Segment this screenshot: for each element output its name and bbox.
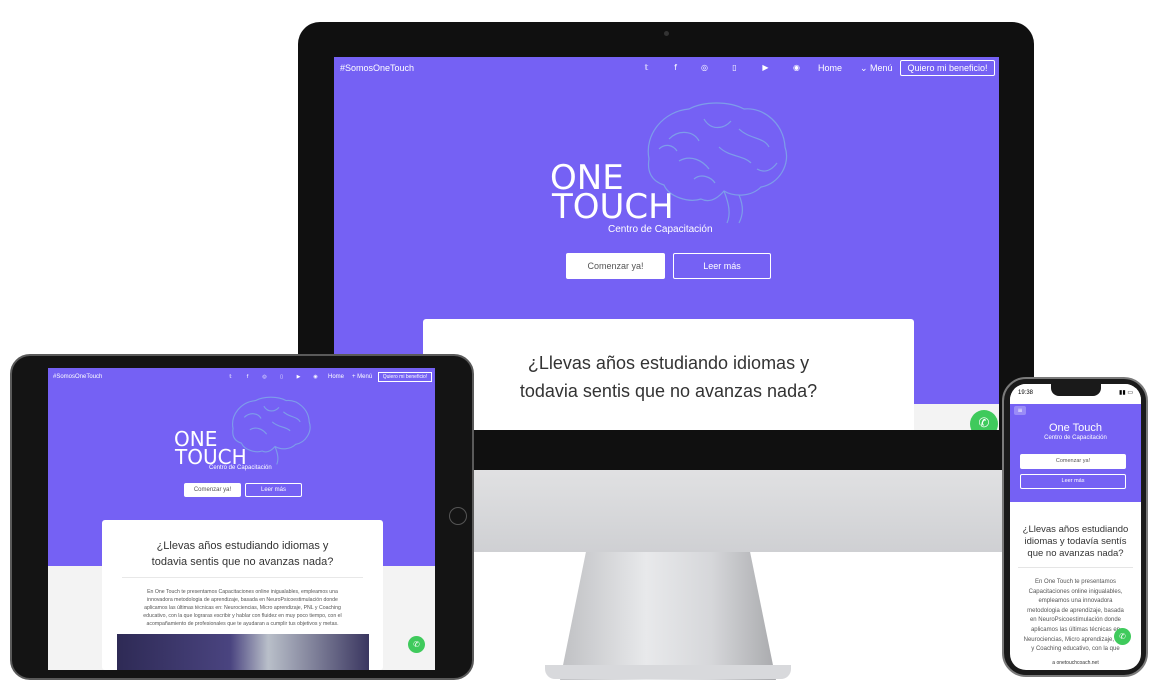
- read-more-button[interactable]: Leer más: [245, 483, 302, 497]
- spotify-icon[interactable]: ◉: [307, 374, 324, 380]
- battery-icon: ▮▮ ▭: [1119, 390, 1133, 396]
- spotify-icon[interactable]: ◉: [781, 63, 812, 72]
- twitch-icon[interactable]: ▯: [719, 63, 750, 72]
- twitch-icon[interactable]: ▯: [273, 374, 290, 380]
- facebook-icon[interactable]: f: [661, 63, 690, 72]
- phone-screen: 19:38 ▮▮ ▭ ≡ One Touch Centro de Capacit…: [1010, 384, 1141, 670]
- tablet-camera: [449, 507, 467, 525]
- start-now-button[interactable]: Comenzar ya!: [566, 253, 665, 279]
- logo-title: One Touch: [1048, 422, 1102, 434]
- read-more-button[interactable]: Leer más: [673, 253, 771, 279]
- url-bar[interactable]: a onetouchcoach.net: [1010, 660, 1141, 666]
- youtube-icon[interactable]: ▶: [290, 374, 307, 380]
- headline-line-2: todavia sentis que no avanzas nada?: [151, 556, 334, 568]
- tablet-screen: #SomosOneTouch 𝕥 f ◎ ▯ ▶ ◉ Home + Menú Q…: [48, 368, 435, 670]
- logo-subtitle: Centro de Capacitación: [608, 224, 713, 235]
- headline-line-2: todavia sentis que no avanzas nada?: [519, 381, 818, 401]
- headline-line-1: ¿Llevas años estudiando idiomas y: [156, 540, 329, 552]
- site-tagline[interactable]: #SomosOneTouch: [340, 63, 414, 73]
- logo-subtitle: Centro de Capacitación: [1044, 435, 1107, 441]
- divider: [1018, 567, 1133, 568]
- nav-home-link[interactable]: Home: [818, 63, 842, 73]
- twitter-icon[interactable]: 𝕥: [632, 63, 661, 72]
- twitter-icon[interactable]: 𝕥: [222, 374, 239, 380]
- headline-card: ¿Llevas años estudiando idiomas y todavi…: [102, 520, 383, 670]
- logo-touch: TOUCH: [175, 445, 247, 469]
- benefit-button[interactable]: Quiero mi beneficio!: [900, 60, 995, 76]
- divider: [122, 577, 363, 578]
- phone-time: 19:38: [1018, 390, 1034, 396]
- desktop-navbar: #SomosOneTouch 𝕥 f ◎ ▯ ▶ ◉ Home ⌄ Menú Q…: [334, 57, 999, 79]
- monitor-camera: [664, 31, 669, 36]
- phone-notch: [1051, 384, 1101, 396]
- monitor-stand: [560, 552, 776, 680]
- intro-paragraph: En One Touch te presentamos Capacitacion…: [143, 589, 342, 627]
- whatsapp-icon[interactable]: ✆: [1114, 628, 1131, 645]
- promo-image: [117, 634, 369, 670]
- youtube-icon[interactable]: ▶: [750, 63, 781, 72]
- nav-home-link[interactable]: Home: [328, 374, 344, 380]
- start-now-button[interactable]: Comenzar ya!: [1020, 454, 1126, 469]
- card-lower: [423, 404, 914, 430]
- whatsapp-icon[interactable]: ✆: [408, 636, 425, 653]
- monitor-foot: [545, 665, 791, 679]
- instagram-icon[interactable]: ◎: [690, 63, 719, 72]
- mobile-headline: ¿Llevas años estudiando idiomas y todaví…: [1022, 524, 1129, 559]
- social-icons: 𝕥 f ◎ ▯ ▶ ◉: [222, 374, 324, 380]
- benefit-button[interactable]: Quiero mi beneficio!: [378, 372, 432, 382]
- hamburger-menu-icon[interactable]: ≡: [1014, 406, 1026, 415]
- read-more-button[interactable]: Leer más: [1020, 474, 1126, 489]
- logo-subtitle: Centro de Capacitación: [209, 465, 272, 471]
- nav-menu-link[interactable]: + Menú: [352, 374, 372, 380]
- instagram-icon[interactable]: ◎: [256, 374, 273, 380]
- nav-menu-link[interactable]: ⌄ Menú: [860, 63, 893, 74]
- logo-touch: TOUCH: [552, 187, 674, 227]
- social-icons: 𝕥 f ◎ ▯ ▶ ◉: [632, 63, 812, 72]
- start-now-button[interactable]: Comenzar ya!: [184, 483, 241, 497]
- site-tagline[interactable]: #SomosOneTouch: [53, 374, 102, 380]
- whatsapp-icon[interactable]: ✆: [970, 410, 998, 430]
- facebook-icon[interactable]: f: [239, 374, 256, 380]
- headline-line-1: ¿Llevas años estudiando idiomas y: [527, 353, 810, 373]
